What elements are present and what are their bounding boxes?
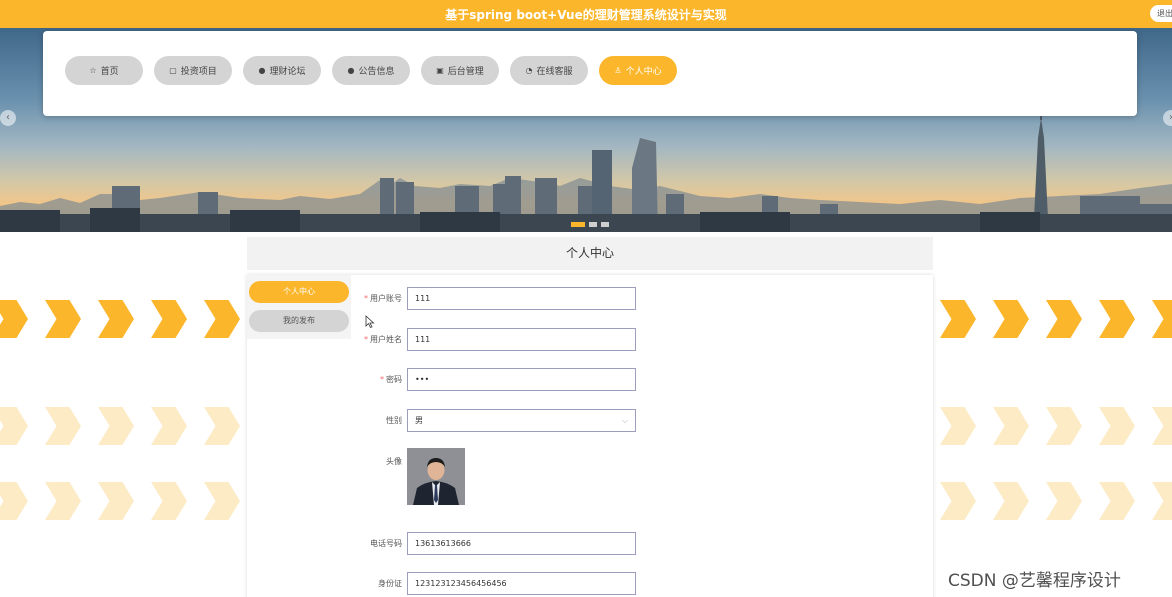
chevron-icon — [993, 300, 1029, 338]
chevron-icon — [98, 482, 134, 520]
chevron-icon — [940, 300, 976, 338]
side-menu-my-posts[interactable]: 我的发布 — [249, 310, 349, 332]
id-card-input[interactable]: 123123123456456456 — [407, 572, 636, 595]
nav-item-label: 公告信息 — [358, 67, 395, 77]
chevron-icon — [0, 300, 28, 338]
chevron-icon — [1099, 407, 1135, 445]
main-nav: ☆ 首页 ▢ 投资项目 ● 理财论坛 ● 公告信息 ▣ 后台管理 ◔ 在线客服 ♙ 个人中心 — [65, 56, 677, 85]
gender-label: 性别 — [386, 416, 402, 425]
phone-label: 电话号码 — [370, 539, 402, 548]
banner-prev-button[interactable]: ‹ — [0, 110, 16, 126]
headset-icon: ◔ — [525, 66, 533, 75]
chevron-icon — [45, 300, 81, 338]
user-icon: ♙ — [614, 66, 622, 75]
admin-icon: ▣ — [436, 66, 444, 75]
carousel-indicators — [571, 222, 609, 227]
nav-item-admin[interactable]: ▣ 后台管理 — [421, 56, 499, 85]
chevron-icon — [98, 407, 134, 445]
password-label-text: 密码 — [386, 375, 402, 384]
password-label: * 密码 — [252, 374, 402, 385]
chevron-icon — [151, 300, 187, 338]
chevron-icon — [1046, 482, 1082, 520]
notice-icon: ● — [347, 66, 355, 75]
chevron-icon — [204, 407, 240, 445]
site-title: 基于spring boot+Vue的理财管理系统设计与实现 — [445, 8, 727, 22]
chevron-icon — [1152, 407, 1172, 445]
account-label: * 用户账号 — [252, 293, 402, 304]
bag-icon: ▢ — [169, 66, 177, 75]
chevron-decoration-left-2 — [0, 407, 240, 445]
chevron-icon — [151, 482, 187, 520]
chevron-icon — [1099, 482, 1135, 520]
name-label: * 用户姓名 — [252, 334, 402, 345]
required-mark: * — [380, 375, 384, 384]
chevron-icon — [940, 407, 976, 445]
carousel-dot-1[interactable] — [571, 222, 585, 227]
password-input[interactable]: ••• — [407, 368, 636, 391]
nav-item-label: 在线客服 — [536, 67, 573, 77]
chevron-decoration-left-1 — [0, 300, 240, 338]
id-card-label: 身份证 — [378, 579, 402, 588]
phone-input[interactable]: 13613613666 — [407, 532, 636, 555]
gender-select[interactable]: 男 ⌵ — [407, 409, 636, 432]
chevron-icon — [204, 300, 240, 338]
chevron-decoration-right-2 — [940, 407, 1172, 445]
account-input[interactable]: 111 — [407, 287, 636, 310]
carousel-dot-3[interactable] — [601, 222, 609, 227]
forum-icon: ● — [258, 66, 266, 75]
avatar-photo — [407, 448, 465, 505]
nav-item-support[interactable]: ◔ 在线客服 — [510, 56, 588, 85]
banner-next-button[interactable]: › — [1163, 110, 1172, 126]
chevron-icon — [1046, 300, 1082, 338]
chevron-icon — [151, 407, 187, 445]
required-mark: * — [364, 294, 368, 303]
chevron-decoration-right-3 — [940, 482, 1172, 520]
mouse-cursor-icon — [365, 315, 375, 328]
chevron-decoration-left-3 — [0, 482, 240, 520]
nav-item-notices[interactable]: ● 公告信息 — [332, 56, 410, 85]
chevron-icon — [1152, 482, 1172, 520]
name-input[interactable]: 111 — [407, 328, 636, 351]
carousel-dot-2[interactable] — [589, 222, 597, 227]
chevron-icon — [993, 482, 1029, 520]
nav-item-home[interactable]: ☆ 首页 — [65, 56, 143, 85]
top-bar: 基于spring boot+Vue的理财管理系统设计与实现 退出 — [0, 0, 1172, 28]
nav-item-projects[interactable]: ▢ 投资项目 — [154, 56, 232, 85]
nav-item-forum[interactable]: ● 理财论坛 — [243, 56, 321, 85]
nav-item-label: 后台管理 — [447, 67, 484, 77]
chevron-icon — [940, 482, 976, 520]
side-menu: 个人中心 我的发布 — [247, 275, 351, 339]
nav-item-label: 个人中心 — [625, 67, 662, 77]
page-title: 个人中心 — [247, 237, 933, 270]
account-label-text: 用户账号 — [370, 294, 402, 303]
chevron-icon — [993, 407, 1029, 445]
star-icon: ☆ — [89, 66, 97, 75]
chevron-icon — [45, 407, 81, 445]
avatar-label: 头像 — [386, 457, 402, 466]
chevron-icon — [45, 482, 81, 520]
nav-item-label: 理财论坛 — [269, 67, 306, 77]
chevron-decoration-right-1 — [940, 300, 1172, 338]
logout-button[interactable]: 退出 — [1150, 5, 1172, 22]
chevron-icon — [204, 482, 240, 520]
nav-card: ☆ 首页 ▢ 投资项目 ● 理财论坛 ● 公告信息 ▣ 后台管理 ◔ 在线客服 ♙ 个人中心 — [43, 31, 1137, 116]
chevron-icon — [1099, 300, 1135, 338]
chevron-icon — [98, 300, 134, 338]
watermark: CSDN @艺馨程序设计 — [948, 571, 1121, 591]
nav-item-profile[interactable]: ♙ 个人中心 — [599, 56, 677, 85]
chevron-icon — [0, 482, 28, 520]
name-label-text: 用户姓名 — [370, 335, 402, 344]
chevron-icon — [0, 407, 28, 445]
required-mark: * — [364, 335, 368, 344]
gender-value: 男 — [415, 416, 423, 425]
chevron-icon — [1046, 407, 1082, 445]
profile-panel: 个人中心 我的发布 * 用户账号 111 * 用户姓名 111 * 密码 ••• 性别… — [247, 275, 933, 597]
nav-item-label: 首页 — [100, 67, 119, 77]
avatar-image[interactable] — [407, 448, 465, 505]
chevron-down-icon: ⌵ — [621, 416, 628, 425]
chevron-icon — [1152, 300, 1172, 338]
nav-item-label: 投资项目 — [180, 67, 217, 77]
